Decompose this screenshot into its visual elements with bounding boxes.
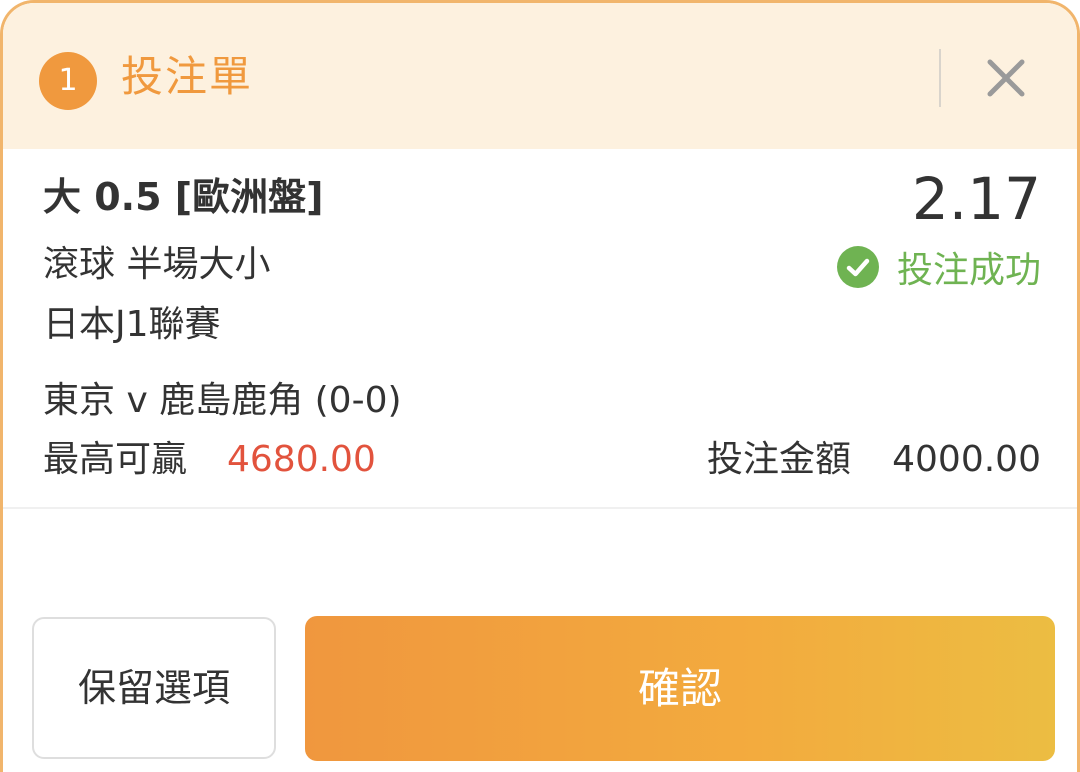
bet-status-text: 投注成功 [896, 250, 1041, 291]
bet-slip-title: 投注單 [121, 52, 254, 101]
potential-win-label: 最高可贏 [43, 439, 188, 480]
bet-item-card: 大 0.5 [歐洲盤] 2.17 滾球 半場大小 投注成功 日本J1聯賽 東京 … [3, 149, 1077, 509]
bet-market: 滾球 半場大小 [43, 244, 271, 285]
bet-count-badge: 1 [39, 52, 97, 110]
bet-selection: 大 0.5 [歐洲盤] [43, 175, 324, 219]
bet-slip-header: 1 投注單 [3, 3, 1077, 149]
bet-slip-footer: 保留選項 確認 [3, 613, 1077, 772]
potential-win-value: 4680.00 [227, 439, 376, 480]
close-button[interactable] [975, 47, 1037, 109]
stake-label: 投注金額 [707, 439, 852, 480]
stake-value: 4000.00 [892, 439, 1041, 480]
header-divider [939, 49, 941, 107]
close-icon [987, 59, 1025, 97]
bet-odds: 2.17 [911, 165, 1041, 233]
bet-status: 投注成功 [836, 241, 1041, 293]
keep-selections-button[interactable]: 保留選項 [32, 617, 276, 759]
bet-league: 日本J1聯賽 [43, 304, 221, 345]
bet-match: 東京 v 鹿島鹿角 (0-0) [43, 380, 402, 421]
check-circle-icon [836, 246, 879, 288]
confirm-button[interactable]: 確認 [305, 616, 1055, 761]
bet-slip-panel: 1 投注單 大 0.5 [歐洲盤] 2.17 滾球 半場大小 投注成功 日本J1… [0, 0, 1080, 772]
